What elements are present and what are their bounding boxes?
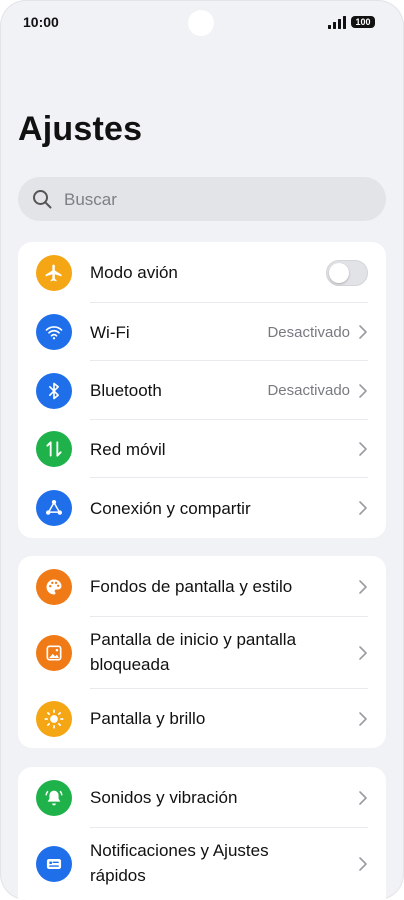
settings-item-label-line2: bloqueada: [90, 655, 170, 674]
settings-item-bluetooth[interactable]: Bluetooth Desactivado: [18, 361, 386, 420]
settings-item-wallpaper-style[interactable]: Fondos de pantalla y estilo: [18, 556, 386, 617]
chevron-right-icon: [359, 501, 367, 515]
chevron-right-icon: [359, 646, 367, 660]
settings-item-notifications-quick-settings[interactable]: Notificaciones y Ajustes rápidos: [18, 828, 386, 900]
phone-screen: 10:00 100 Ajustes Modo avión: [0, 0, 404, 900]
chevron-right-icon: [359, 383, 367, 398]
settings-item-label: Pantalla de inicio y pantalla bloqueada: [90, 627, 296, 677]
search-bar[interactable]: [18, 177, 386, 223]
airplane-mode-toggle[interactable]: [326, 259, 368, 286]
settings-item-airplane-mode[interactable]: Modo avión: [18, 242, 386, 303]
chevron-right-icon: [359, 579, 367, 594]
signal-icon: [328, 16, 346, 29]
settings-item-label: Sonidos y vibración: [90, 788, 238, 807]
chevron-right-icon: [359, 711, 367, 726]
wifi-icon: [36, 314, 72, 350]
settings-item-value: Desactivado: [267, 382, 350, 399]
toggle-knob: [329, 262, 349, 283]
brightness-icon: [36, 700, 72, 737]
search-icon: [33, 190, 52, 209]
settings-item-label: Bluetooth: [90, 381, 162, 400]
settings-item-label: Red móvil: [90, 439, 166, 459]
search-input[interactable]: [62, 177, 366, 223]
settings-item-label: Notificaciones y Ajustes rápidos: [90, 838, 269, 888]
status-time: 10:00: [23, 14, 59, 30]
settings-item-label-line1: Notificaciones y Ajustes: [90, 841, 269, 860]
settings-item-label: Conexión y compartir: [90, 498, 251, 518]
connectivity-card: Modo avión Wi-Fi Desactivado Bluetooth D…: [18, 242, 386, 538]
settings-item-label-line1: Pantalla de inicio y pantalla: [90, 630, 297, 649]
notification-card-icon: [36, 846, 72, 882]
chevron-right-icon: [359, 857, 367, 871]
share-connection-icon: [36, 490, 72, 526]
settings-item-label: Pantalla y brillo: [90, 709, 206, 728]
sound-notifications-card: Sonidos y vibración Notificaciones y Aju…: [18, 767, 386, 900]
settings-item-home-lock-screen[interactable]: Pantalla de inicio y pantalla bloqueada: [18, 617, 386, 689]
chevron-right-icon: [359, 790, 367, 805]
settings-item-label-line2: rápidos: [90, 866, 146, 885]
page-title: Ajustes: [18, 110, 143, 148]
palette-icon: [36, 568, 72, 605]
settings-item-label: Modo avión: [90, 263, 178, 282]
bluetooth-icon: [36, 372, 72, 409]
settings-item-label: Wi-Fi: [90, 322, 130, 342]
settings-item-connection-sharing[interactable]: Conexión y compartir: [18, 478, 386, 538]
front-camera-cutout: [188, 10, 214, 36]
settings-item-mobile-network[interactable]: Red móvil: [18, 420, 386, 478]
chevron-right-icon: [359, 325, 367, 339]
display-card: Fondos de pantalla y estilo Pantalla de …: [18, 556, 386, 748]
home-lock-screen-icon: [36, 635, 72, 671]
chevron-right-icon: [359, 442, 367, 456]
settings-item-label: Fondos de pantalla y estilo: [90, 577, 293, 596]
bell-icon: [36, 779, 72, 816]
settings-item-sound-vibration[interactable]: Sonidos y vibración: [18, 767, 386, 828]
battery-icon: 100: [351, 16, 375, 28]
status-bar: 10:00 100: [0, 0, 404, 44]
settings-item-wifi[interactable]: Wi-Fi Desactivado: [18, 303, 386, 361]
settings-item-display-brightness[interactable]: Pantalla y brillo: [18, 689, 386, 748]
settings-item-value: Desactivado: [267, 323, 350, 341]
airplane-icon: [36, 254, 72, 291]
mobile-data-icon: [36, 431, 72, 467]
